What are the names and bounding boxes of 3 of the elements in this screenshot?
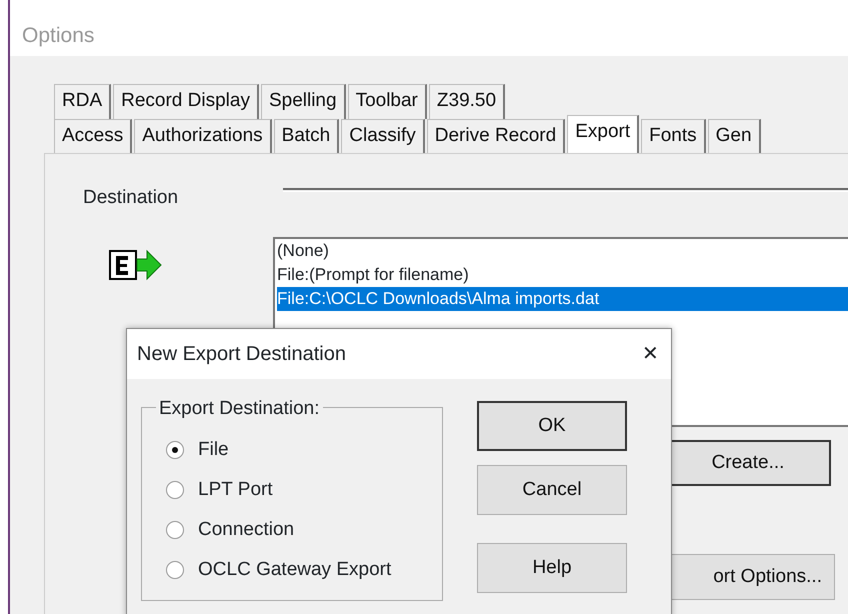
destination-label: Destination xyxy=(83,186,178,210)
dialog-title: New Export Destination xyxy=(137,342,347,367)
window-title: Options xyxy=(22,24,94,47)
